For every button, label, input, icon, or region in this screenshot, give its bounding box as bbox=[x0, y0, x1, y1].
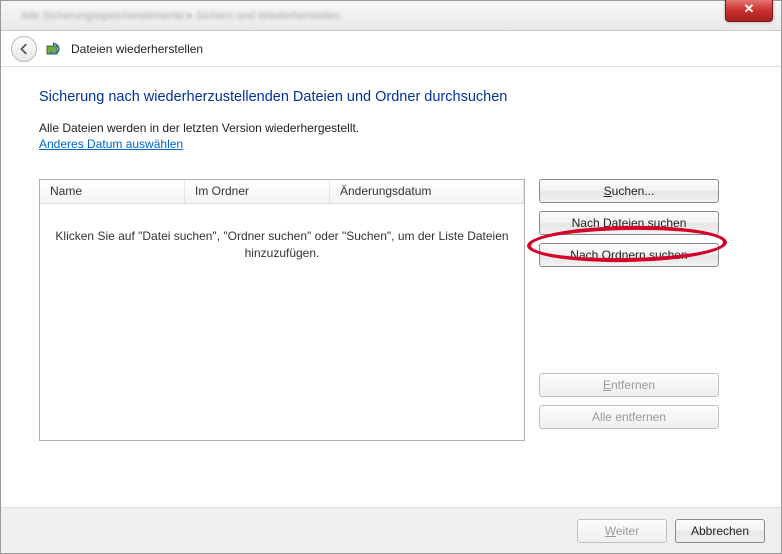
arrow-left-icon bbox=[17, 42, 31, 56]
nav-header: Dateien wiederherstellen bbox=[1, 31, 781, 67]
back-button[interactable] bbox=[11, 36, 37, 62]
list-header: Name Im Ordner Änderungsdatum bbox=[40, 180, 524, 204]
search-files-button[interactable]: Nach Dateien suchen bbox=[539, 211, 719, 235]
close-button[interactable]: ✕ bbox=[725, 0, 773, 22]
list-empty-text: Klicken Sie auf "Datei suchen", "Ordner … bbox=[40, 204, 524, 263]
footer: Weiter Abbrechen bbox=[1, 507, 781, 553]
side-button-panel: Suchen... Nach Dateien suchen Nach Ordne… bbox=[539, 179, 719, 429]
nav-title: Dateien wiederherstellen bbox=[71, 42, 203, 56]
content-area: Sicherung nach wiederherzustellenden Dat… bbox=[1, 67, 781, 457]
page-subtext: Alle Dateien werden in der letzten Versi… bbox=[39, 121, 743, 135]
next-button: Weiter bbox=[577, 519, 667, 543]
remove-button: Entfernen bbox=[539, 373, 719, 397]
file-list[interactable]: Name Im Ordner Änderungsdatum Klicken Si… bbox=[39, 179, 525, 441]
restore-icon bbox=[45, 40, 63, 58]
page-heading: Sicherung nach wiederherzustellenden Dat… bbox=[39, 89, 743, 105]
search-button[interactable]: Suchen... bbox=[539, 179, 719, 203]
col-name[interactable]: Name bbox=[40, 180, 185, 203]
search-folders-button[interactable]: Nach Ordnern suchen bbox=[539, 243, 719, 267]
breadcrumb: Alle Sicherungsspeicherelemente ▸ Sicher… bbox=[21, 9, 340, 22]
cancel-button[interactable]: Abbrechen bbox=[675, 519, 765, 543]
choose-date-link[interactable]: Anderes Datum auswählen bbox=[39, 137, 183, 151]
col-date[interactable]: Änderungsdatum bbox=[330, 180, 524, 203]
col-folder[interactable]: Im Ordner bbox=[185, 180, 330, 203]
remove-all-button: Alle entfernen bbox=[539, 405, 719, 429]
title-bar: Alle Sicherungsspeicherelemente ▸ Sicher… bbox=[1, 1, 781, 31]
